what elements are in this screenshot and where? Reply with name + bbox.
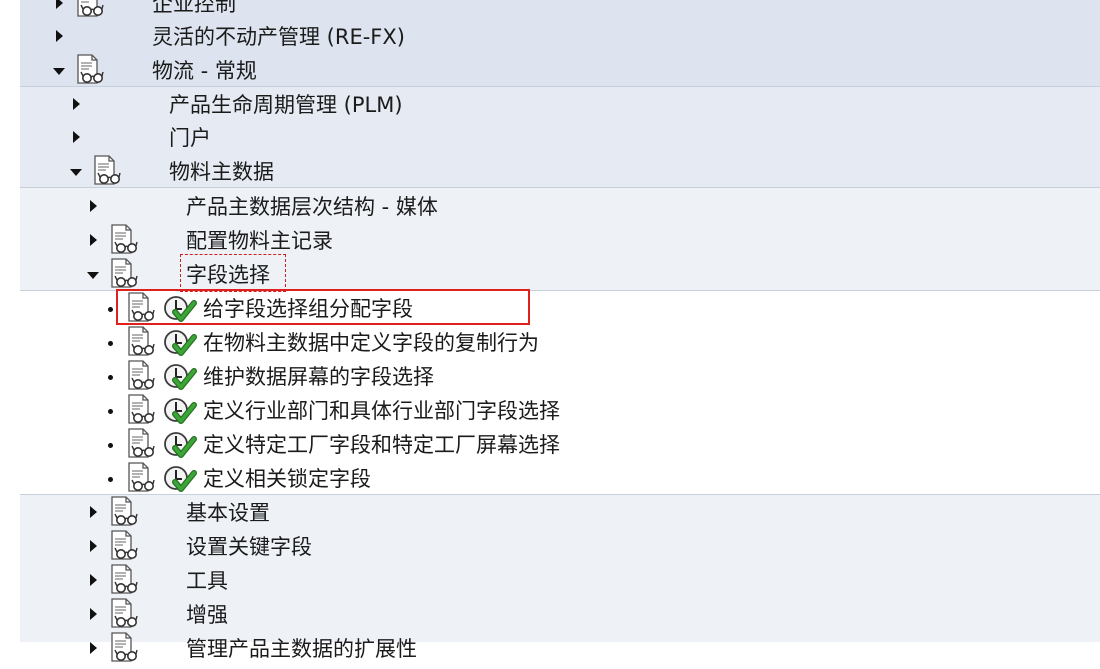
collapse-arrow-icon[interactable] (53, 68, 65, 75)
documentation-icon[interactable] (127, 360, 157, 392)
tree-node-label[interactable]: 企业控制 (152, 0, 236, 19)
tree-node-label[interactable]: 维护数据屏幕的字段选择 (203, 362, 434, 392)
documentation-icon[interactable] (127, 326, 157, 358)
documentation-icon[interactable] (110, 632, 140, 664)
expand-arrow-icon[interactable] (90, 574, 97, 586)
tree-node[interactable]: 灵活的不动产管理 (RE-FX) (0, 20, 1100, 54)
tree-node[interactable]: 物料主数据 (0, 155, 1100, 189)
collapse-arrow-icon[interactable] (87, 272, 99, 279)
documentation-icon[interactable] (110, 564, 140, 596)
expand-arrow-icon[interactable] (90, 608, 97, 620)
documentation-icon[interactable] (76, 0, 106, 19)
tree-node-label[interactable]: 工具 (186, 566, 228, 596)
leaf-bullet-icon (108, 477, 113, 482)
tree-node-label[interactable]: 物料主数据 (169, 157, 274, 187)
tree-node[interactable]: 定义行业部门和具体行业部门字段选择 (0, 394, 1100, 428)
documentation-icon[interactable] (110, 258, 140, 290)
tree-node-label[interactable]: 产品生命周期管理 (PLM) (169, 90, 403, 120)
tree-node-label[interactable]: 管理产品主数据的扩展性 (186, 634, 417, 664)
red-highlight-box (116, 289, 530, 325)
tree-node[interactable]: 管理产品主数据的扩展性 (0, 632, 1100, 666)
expand-arrow-icon[interactable] (90, 234, 97, 246)
documentation-icon[interactable] (93, 155, 123, 187)
expand-arrow-icon[interactable] (56, 30, 63, 42)
documentation-icon[interactable] (127, 462, 157, 494)
tree-node-label[interactable]: 灵活的不动产管理 (RE-FX) (152, 22, 405, 52)
tree-node[interactable]: 维护数据屏幕的字段选择 (0, 360, 1100, 394)
leaf-bullet-icon (108, 375, 113, 380)
tree-node-label[interactable]: 定义行业部门和具体行业部门字段选择 (203, 396, 560, 426)
expand-arrow-icon[interactable] (90, 540, 97, 552)
tree-node[interactable]: 配置物料主记录 (0, 224, 1100, 258)
expand-arrow-icon[interactable] (56, 0, 63, 9)
tree-node-label[interactable]: 物流 - 常规 (152, 56, 257, 86)
tree-node-label[interactable]: 定义相关锁定字段 (203, 464, 371, 494)
documentation-icon[interactable] (127, 394, 157, 426)
tree-node-label[interactable]: 基本设置 (186, 498, 270, 528)
tree-node-label[interactable]: 产品主数据层次结构 - 媒体 (186, 192, 438, 222)
dashed-highlight-box (180, 254, 286, 292)
execute-activity-icon[interactable] (162, 396, 198, 426)
tree-node[interactable]: 产品生命周期管理 (PLM) (0, 88, 1100, 122)
tree-node[interactable]: 基本设置 (0, 496, 1100, 530)
execute-activity-icon[interactable] (162, 328, 198, 358)
tree-node[interactable]: 字段选择 (0, 258, 1100, 292)
expand-arrow-icon[interactable] (73, 131, 80, 143)
documentation-icon[interactable] (110, 496, 140, 528)
tree-node[interactable]: 增强 (0, 598, 1100, 632)
leaf-bullet-icon (108, 341, 113, 346)
tree-node-label[interactable]: 在物料主数据中定义字段的复制行为 (203, 328, 539, 358)
tree-node[interactable]: 企业控制 (0, 0, 1100, 21)
documentation-icon[interactable] (110, 530, 140, 562)
tree-node-label[interactable]: 设置关键字段 (186, 532, 312, 562)
collapse-arrow-icon[interactable] (70, 169, 82, 176)
execute-activity-icon[interactable] (162, 430, 198, 460)
tree-node-label[interactable]: 门户 (169, 123, 211, 153)
execute-activity-icon[interactable] (162, 362, 198, 392)
documentation-icon[interactable] (127, 428, 157, 460)
tree-node-label[interactable]: 定义特定工厂字段和特定工厂屏幕选择 (203, 430, 560, 460)
documentation-icon[interactable] (110, 224, 140, 256)
tree-node-label[interactable]: 增强 (186, 600, 228, 630)
leaf-bullet-icon (108, 307, 113, 312)
expand-arrow-icon[interactable] (90, 506, 97, 518)
tree-node[interactable]: 物流 - 常规 (0, 54, 1100, 88)
tree-node[interactable]: 门户 (0, 121, 1100, 155)
tree-node[interactable]: 产品主数据层次结构 - 媒体 (0, 190, 1100, 224)
tree-node[interactable]: 在物料主数据中定义字段的复制行为 (0, 326, 1100, 360)
expand-arrow-icon[interactable] (73, 98, 80, 110)
tree-node[interactable]: 定义特定工厂字段和特定工厂屏幕选择 (0, 428, 1100, 462)
expand-arrow-icon[interactable] (90, 642, 97, 654)
expand-arrow-icon[interactable] (90, 200, 97, 212)
tree-node[interactable]: 工具 (0, 564, 1100, 598)
tree-node[interactable]: 设置关键字段 (0, 530, 1100, 564)
tree-node-label[interactable]: 配置物料主记录 (186, 226, 333, 256)
leaf-bullet-icon (108, 443, 113, 448)
tree-node[interactable]: 定义相关锁定字段 (0, 462, 1100, 496)
execute-activity-icon[interactable] (162, 464, 198, 494)
documentation-icon[interactable] (110, 598, 140, 630)
leaf-bullet-icon (108, 409, 113, 414)
documentation-icon[interactable] (76, 54, 106, 86)
